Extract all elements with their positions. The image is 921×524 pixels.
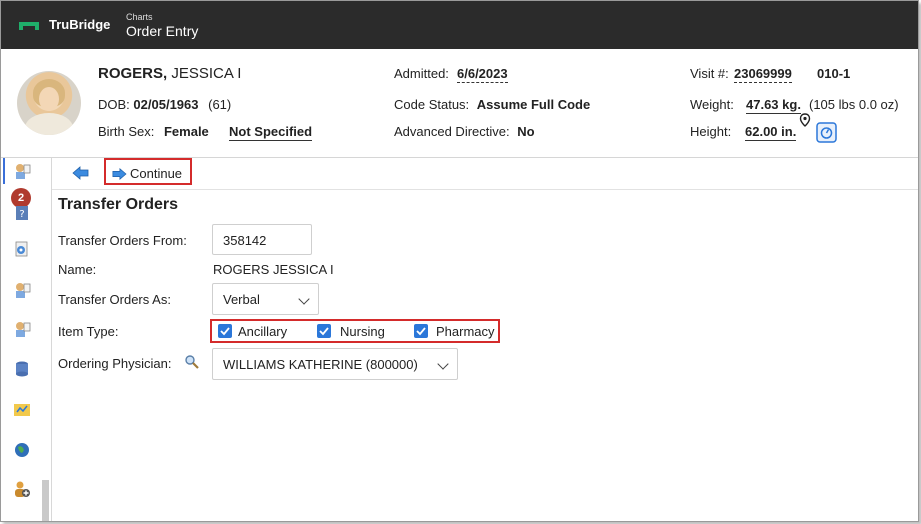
ordering-physician-select[interactable]: WILLIAMS KATHERINE (800000)	[212, 348, 458, 380]
room-value: 010-1	[817, 66, 851, 81]
ancillary-checkbox[interactable]	[218, 324, 232, 338]
page-title: Order Entry	[126, 23, 199, 39]
scale-measure-icon[interactable]	[816, 122, 837, 143]
transfer-as-label: Transfer Orders As:	[58, 292, 171, 307]
continue-button[interactable]: Continue	[104, 158, 192, 185]
ancillary-label[interactable]: Ancillary	[238, 324, 287, 339]
transfer-from-value: 358142	[223, 233, 267, 248]
folder-chart-icon[interactable]	[13, 400, 31, 418]
breadcrumb-section[interactable]: Charts	[126, 12, 153, 22]
back-arrow-icon[interactable]	[72, 165, 90, 181]
sex-label: Birth Sex:	[98, 124, 155, 139]
advanced-directive-label: Advanced Directive:	[394, 124, 510, 139]
dob-row: DOB: 02/05/1963 (61)	[98, 97, 231, 112]
visit-value[interactable]: 23069999	[734, 66, 792, 83]
globe-icon[interactable]	[13, 441, 31, 459]
database-icon[interactable]	[13, 360, 31, 378]
gear-document-icon[interactable]	[13, 240, 31, 258]
add-user-icon[interactable]	[13, 480, 31, 498]
weight-label: Weight:	[690, 97, 734, 112]
search-icon[interactable]	[184, 354, 200, 370]
admitted-value[interactable]: 6/6/2023	[457, 66, 508, 83]
height-value[interactable]: 62.00 in.	[745, 124, 797, 141]
age-value: (61)	[208, 97, 232, 112]
advanced-directive-value: No	[517, 124, 535, 139]
toolbar: Continue	[52, 158, 918, 190]
advanced-directive-row: Advanced Directive: No	[394, 124, 535, 139]
help-question-icon[interactable]: ?	[13, 204, 31, 222]
item-type-label: Item Type:	[58, 324, 119, 339]
nursing-checkbox[interactable]	[317, 324, 331, 338]
name-value: ROGERS JESSICA I	[213, 262, 334, 277]
transfer-from-label: Transfer Orders From:	[58, 233, 187, 248]
doctor-icon[interactable]	[13, 281, 31, 299]
transfer-from-field[interactable]: 358142	[212, 224, 312, 255]
visit-label: Visit #:	[690, 66, 729, 81]
nursing-label[interactable]: Nursing	[340, 324, 385, 339]
patient-name: ROGERS, JESSICA I	[98, 65, 241, 82]
dob-value: 02/05/1963	[133, 97, 199, 112]
name-label: Name:	[58, 262, 97, 277]
code-status-label: Code Status:	[394, 97, 470, 112]
transfer-as-select[interactable]: Verbal	[212, 283, 319, 315]
chevron-down-icon	[437, 358, 449, 370]
location-pin-icon	[799, 113, 811, 127]
weight-value[interactable]: 47.63 kg.	[746, 97, 801, 114]
active-nav-indicator	[3, 158, 5, 184]
ordering-physician-value: WILLIAMS KATHERINE (800000)	[223, 357, 418, 372]
code-status-value: Assume Full Code	[476, 97, 591, 112]
ordering-physician-label: Ordering Physician:	[58, 356, 172, 371]
continue-label: Continue	[130, 166, 183, 181]
gender-identity-link[interactable]: Not Specified	[229, 124, 313, 141]
checkmark-icon	[220, 327, 230, 336]
transfer-as-value: Verbal	[223, 292, 260, 307]
nurse-icon[interactable]	[13, 320, 31, 338]
app-window: TruBridge Charts Order Entry ROGERS, JES…	[0, 0, 919, 522]
dob-label: DOB:	[98, 97, 130, 112]
trubridge-logo-icon	[19, 22, 39, 30]
pharmacy-checkbox[interactable]	[414, 324, 428, 338]
brand-name: TruBridge	[49, 17, 111, 32]
top-bar: TruBridge Charts Order Entry	[1, 1, 918, 49]
item-type-group: Ancillary Nursing Pharmacy	[210, 319, 500, 343]
section-title: Transfer Orders	[58, 196, 179, 213]
svg-text:?: ?	[19, 209, 24, 220]
pharmacy-label[interactable]: Pharmacy	[436, 324, 495, 339]
patient-photo	[17, 71, 81, 135]
doctor-orders-icon[interactable]	[13, 162, 31, 180]
height-label: Height:	[690, 124, 732, 139]
chevron-down-icon	[298, 293, 310, 305]
patient-first-name: JESSICA I	[171, 65, 242, 82]
sex-row: Birth Sex: Female	[98, 124, 209, 139]
forward-arrow-icon	[112, 167, 127, 181]
patient-banner: ROGERS, JESSICA I DOB: 02/05/1963 (61) B…	[1, 49, 918, 158]
sex-value: Female	[163, 124, 209, 139]
patient-last-name: ROGERS,	[98, 65, 168, 82]
nav-scrollbar[interactable]	[42, 480, 49, 521]
weight-alt-value: (105 lbs 0.0 oz)	[809, 97, 899, 112]
admitted-label: Admitted:	[394, 66, 449, 81]
left-navigation: 2 ?	[1, 158, 52, 521]
checkmark-icon	[416, 327, 426, 336]
checkmark-icon	[319, 327, 329, 336]
code-status-row: Code Status: Assume Full Code	[394, 97, 590, 112]
